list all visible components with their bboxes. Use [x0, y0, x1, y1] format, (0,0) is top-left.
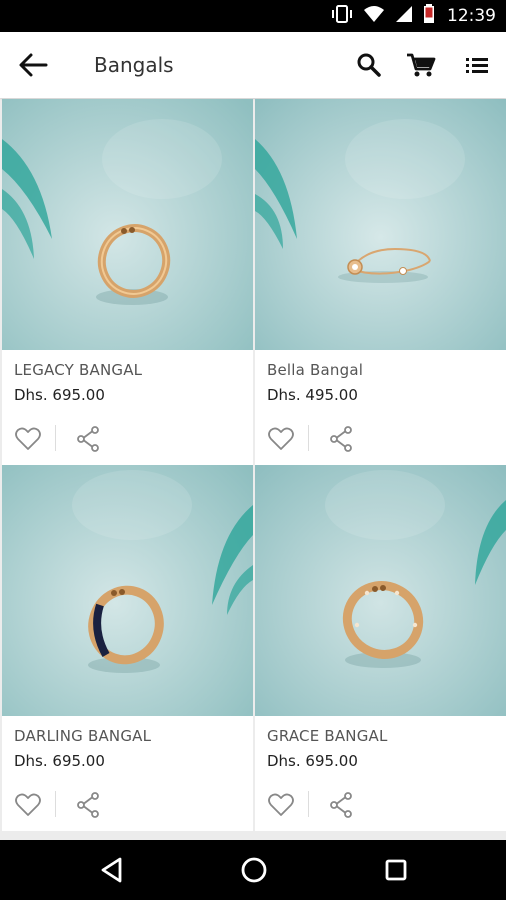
back-button[interactable] — [18, 51, 48, 79]
product-actions — [255, 421, 506, 461]
product-price: Dhs. 495.00 — [267, 386, 358, 404]
home-circle-icon — [241, 857, 267, 883]
product-card[interactable]: Bella Bangal Dhs. 495.00 — [255, 99, 506, 465]
product-name[interactable]: DARLING BANGAL — [14, 727, 151, 745]
product-actions — [2, 787, 253, 827]
search-button[interactable] — [356, 52, 382, 78]
list-view-button[interactable] — [465, 52, 489, 78]
wifi-icon — [363, 5, 385, 28]
share-button[interactable] — [76, 426, 100, 452]
wishlist-button[interactable] — [15, 793, 41, 817]
list-icon — [466, 58, 488, 73]
heart-icon — [15, 793, 41, 816]
product-actions — [255, 787, 506, 827]
status-icons: 12:39 — [331, 0, 496, 32]
product-price: Dhs. 695.00 — [14, 386, 105, 404]
product-image[interactable] — [2, 465, 253, 716]
product-price: Dhs. 695.00 — [14, 752, 105, 770]
battery-icon — [423, 3, 435, 29]
back-arrow-icon — [19, 53, 48, 77]
app-bar: Bangals — [0, 32, 506, 98]
wishlist-button[interactable] — [268, 793, 294, 817]
product-card[interactable]: GRACE BANGAL Dhs. 695.00 — [255, 465, 506, 831]
share-icon — [77, 426, 99, 452]
page-title: Bangals — [94, 53, 174, 77]
heart-icon — [268, 793, 294, 816]
product-image[interactable] — [2, 99, 253, 350]
share-button[interactable] — [329, 426, 353, 452]
product-image[interactable] — [255, 99, 506, 350]
share-button[interactable] — [76, 792, 100, 818]
share-icon — [330, 792, 352, 818]
product-card[interactable]: DARLING BANGAL Dhs. 695.00 — [2, 465, 253, 831]
signal-icon — [395, 5, 413, 28]
product-price: Dhs. 695.00 — [267, 752, 358, 770]
wishlist-button[interactable] — [15, 427, 41, 451]
action-divider — [55, 791, 56, 817]
action-divider — [55, 425, 56, 451]
nav-home-button[interactable] — [238, 854, 270, 886]
product-actions — [2, 421, 253, 461]
nav-recents-button[interactable] — [380, 854, 412, 886]
product-name[interactable]: GRACE BANGAL — [267, 727, 388, 745]
system-nav-bar — [0, 840, 506, 900]
nav-back-button[interactable] — [96, 854, 128, 886]
status-bar: 12:39 — [0, 0, 506, 32]
cart-button[interactable] — [406, 52, 436, 78]
heart-icon — [268, 427, 294, 450]
share-icon — [77, 792, 99, 818]
wishlist-button[interactable] — [268, 427, 294, 451]
product-name[interactable]: Bella Bangal — [267, 361, 363, 379]
vibrate-icon — [331, 4, 353, 29]
action-divider — [308, 791, 309, 817]
action-divider — [308, 425, 309, 451]
status-time: 12:39 — [447, 6, 496, 26]
search-icon — [357, 53, 381, 77]
recents-square-icon — [385, 859, 407, 881]
product-image[interactable] — [255, 465, 506, 716]
cart-icon — [407, 53, 436, 77]
share-icon — [330, 426, 352, 452]
heart-icon — [15, 427, 41, 450]
share-button[interactable] — [329, 792, 353, 818]
product-card[interactable]: LEGACY BANGAL Dhs. 695.00 — [2, 99, 253, 465]
back-triangle-icon — [101, 857, 122, 883]
product-name[interactable]: LEGACY BANGAL — [14, 361, 142, 379]
